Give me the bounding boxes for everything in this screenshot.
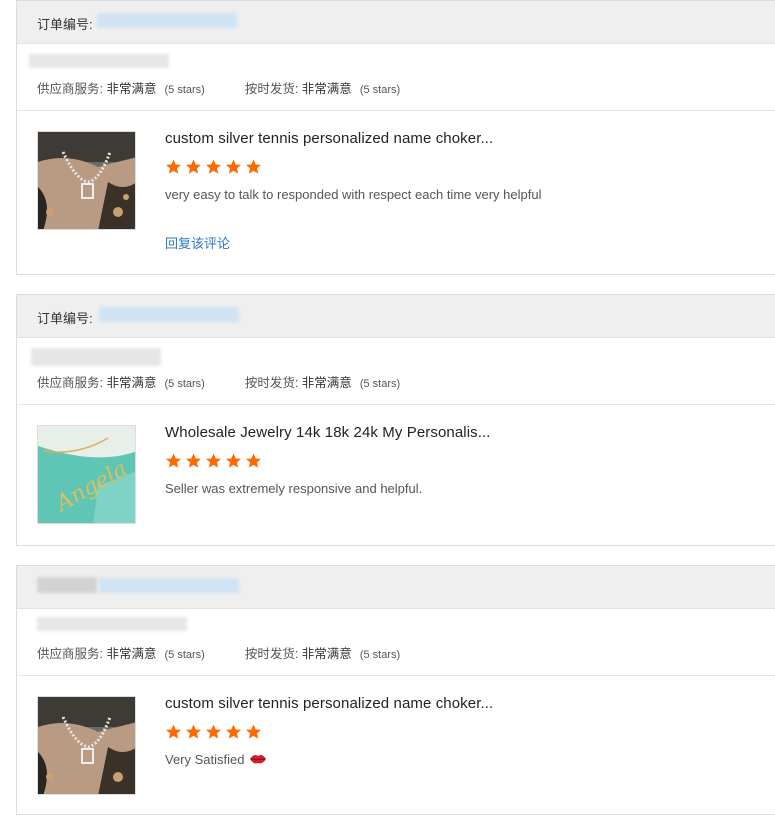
buyer-info-redacted: [29, 54, 169, 68]
review-comment: very easy to talk to responded with resp…: [165, 187, 542, 202]
star-icon: [166, 453, 181, 468]
order-number-redacted: [97, 13, 237, 28]
star-icon: [166, 724, 181, 739]
star-icon: [206, 159, 221, 174]
order-header: 订单编号:: [17, 1, 775, 44]
rating-summary: 供应商服务: 非常满意 (5 stars) 按时发货: 非常满意 (5 stars): [17, 609, 775, 676]
rating-summary: 供应商服务: 非常满意 (5 stars) 按时发货: 非常满意 (5 stars): [17, 44, 775, 111]
product-title[interactable]: custom silver tennis personalized name c…: [165, 695, 493, 712]
review-card: 供应商服务: 非常满意 (5 stars) 按时发货: 非常满意 (5 stars)…: [16, 565, 775, 815]
star-icon: [246, 453, 261, 468]
star-icon: [186, 159, 201, 174]
review-card: 订单编号: 供应商服务: 非常满意 (5 stars) 按时发货: 非常满意 (5 …: [16, 0, 775, 275]
buyer-info-redacted: [31, 348, 161, 366]
supplier-service-rating: 供应商服务: 非常满意 (5 stars): [37, 647, 205, 661]
order-number-label: 订单编号:: [37, 17, 93, 32]
review-card: 订单编号: 供应商服务: 非常满意 (5 stars) 按时发货: 非常满意 (5 …: [16, 294, 775, 546]
star-icon: [206, 453, 221, 468]
product-thumbnail[interactable]: Angela: [37, 425, 136, 524]
star-icon: [226, 724, 241, 739]
star-icon: [226, 159, 241, 174]
supplier-service-rating: 供应商服务: 非常满意 (5 stars): [37, 82, 205, 96]
star-icon: [186, 724, 201, 739]
product-thumbnail[interactable]: [37, 131, 136, 230]
review-star-rating: [164, 158, 263, 176]
order-header: [17, 566, 775, 609]
star-icon: [226, 453, 241, 468]
review-star-rating: [164, 452, 263, 470]
star-icon: [246, 724, 261, 739]
rating-summary: 供应商服务: 非常满意 (5 stars) 按时发货: 非常满意 (5 stars): [17, 338, 775, 405]
order-header: 订单编号:: [17, 295, 775, 338]
reply-to-review-link[interactable]: 回复该评论: [165, 233, 230, 252]
ontime-delivery-rating: 按时发货: 非常满意 (5 stars): [244, 376, 401, 390]
star-icon: [166, 159, 181, 174]
order-number-redacted: [99, 307, 239, 322]
lips-emoji-icon: [249, 753, 267, 768]
review-star-rating: [164, 723, 263, 741]
product-title[interactable]: custom silver tennis personalized name c…: [165, 130, 493, 147]
product-title[interactable]: Wholesale Jewelry 14k 18k 24k My Persona…: [165, 424, 491, 441]
review-comment-text: Very Satisfied: [165, 752, 245, 767]
buyer-info-redacted: [37, 617, 187, 631]
order-number-label: 订单编号:: [37, 311, 93, 326]
ontime-delivery-rating: 按时发货: 非常满意 (5 stars): [244, 647, 401, 661]
order-label-redacted: [37, 577, 97, 593]
star-icon: [246, 159, 261, 174]
review-comment: Very Satisfied: [165, 752, 267, 768]
order-number-redacted: [99, 578, 239, 593]
supplier-service-rating: 供应商服务: 非常满意 (5 stars): [37, 376, 205, 390]
ontime-delivery-rating: 按时发货: 非常满意 (5 stars): [244, 82, 401, 96]
product-thumbnail[interactable]: [37, 696, 136, 795]
star-icon: [186, 453, 201, 468]
review-comment: Seller was extremely responsive and help…: [165, 481, 423, 496]
star-icon: [206, 724, 221, 739]
